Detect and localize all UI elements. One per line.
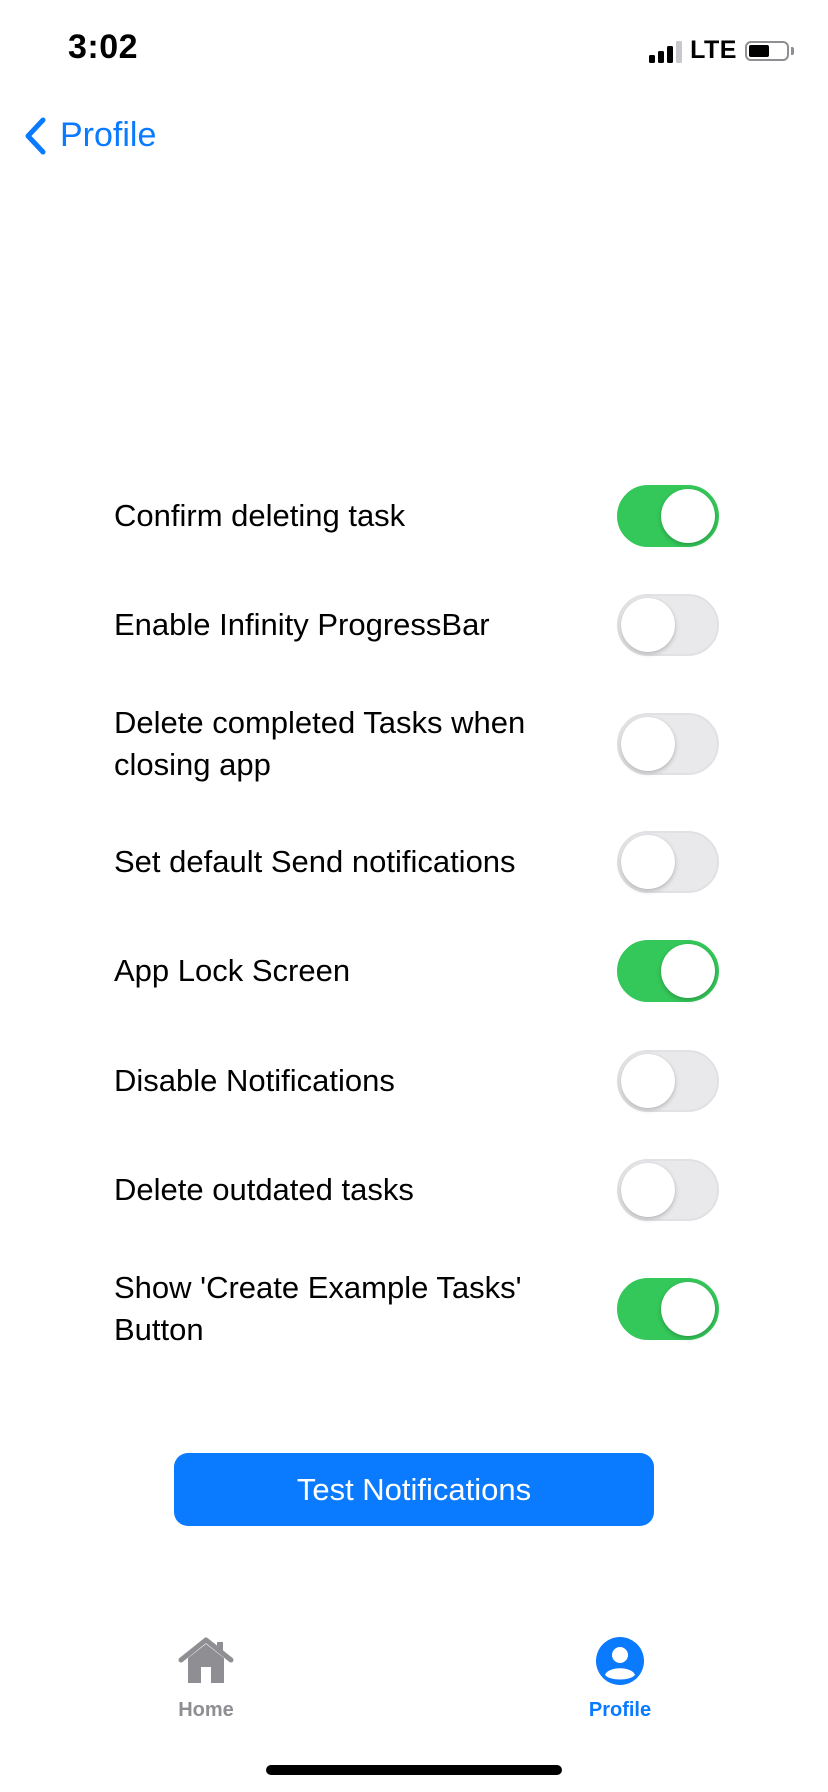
- toggle-knob: [621, 835, 675, 889]
- toggle-switch[interactable]: [617, 485, 719, 547]
- toggle-knob: [661, 489, 715, 543]
- setting-label: App Lock Screen: [114, 953, 351, 988]
- toggle-switch[interactable]: [617, 1278, 719, 1340]
- setting-label: Confirm deleting task: [114, 498, 406, 533]
- setting-label: Show 'Create Example Tasks' Button: [114, 1270, 522, 1347]
- toggle-knob: [621, 717, 675, 771]
- person-circle-icon: [595, 1636, 645, 1691]
- setting-label: Enable Infinity ProgressBar: [114, 607, 490, 642]
- toggle-switch[interactable]: [617, 940, 719, 1002]
- tab-home[interactable]: Home: [126, 1636, 286, 1722]
- setting-row-delete-completed-tasks: Delete completed Tasks when closing app: [114, 702, 719, 786]
- tab-profile[interactable]: Profile: [540, 1636, 700, 1722]
- setting-label: Delete completed Tasks when closing app: [114, 705, 526, 782]
- toggle-switch[interactable]: [617, 594, 719, 656]
- status-time: 3:02: [68, 28, 139, 66]
- toggle-switch[interactable]: [617, 831, 719, 893]
- back-button-label: Profile: [60, 116, 157, 154]
- setting-row-default-send-notifications: Set default Send notifications: [114, 820, 719, 904]
- toggle-knob: [661, 944, 715, 998]
- toggle-switch[interactable]: [617, 713, 719, 775]
- toggle-switch[interactable]: [617, 1159, 719, 1221]
- setting-label: Delete outdated tasks: [114, 1172, 414, 1207]
- status-indicators: LTE: [649, 36, 794, 65]
- battery-icon: [745, 40, 794, 61]
- toggle-switch[interactable]: [617, 1050, 719, 1112]
- setting-row-app-lock-screen: App Lock Screen: [114, 929, 719, 1013]
- setting-row-delete-outdated-tasks: Delete outdated tasks: [114, 1148, 719, 1232]
- home-indicator: [266, 1765, 562, 1775]
- toggle-knob: [621, 1054, 675, 1108]
- toggle-knob: [661, 1282, 715, 1336]
- setting-row-confirm-deleting-task: Confirm deleting task: [114, 474, 719, 558]
- back-button[interactable]: Profile: [24, 116, 156, 155]
- setting-row-show-create-example-tasks: Show 'Create Example Tasks' Button: [114, 1267, 719, 1351]
- house-icon: [177, 1636, 235, 1691]
- toggle-knob: [621, 1163, 675, 1217]
- chevron-left-icon: [24, 117, 46, 155]
- setting-label: Set default Send notifications: [114, 844, 516, 879]
- test-notifications-button[interactable]: Test Notifications: [174, 1453, 654, 1526]
- tab-label: Home: [178, 1699, 234, 1721]
- network-type-label: LTE: [690, 36, 737, 64]
- tab-label: Profile: [588, 1699, 652, 1721]
- battery-level-fill: [749, 44, 769, 57]
- setting-label: Disable Notifications: [114, 1063, 395, 1098]
- setting-row-disable-notifications: Disable Notifications: [114, 1039, 719, 1123]
- toggle-knob: [621, 598, 675, 652]
- setting-row-infinity-progressbar: Enable Infinity ProgressBar: [114, 583, 719, 667]
- cellular-signal-icon: [649, 39, 683, 63]
